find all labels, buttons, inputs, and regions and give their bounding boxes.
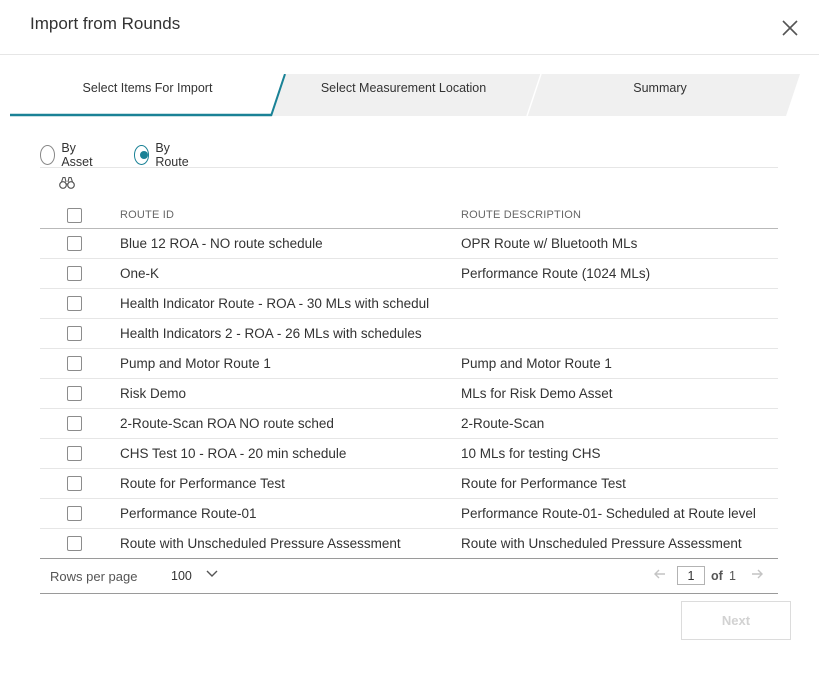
routes-table: ROUTE ID ROUTE DESCRIPTION Blue 12 ROA -… — [40, 200, 778, 559]
step-select-measurement-location[interactable]: Select Measurement Location — [300, 81, 507, 95]
table-row[interactable]: CHS Test 10 - ROA - 20 min schedule 10 ML… — [40, 439, 778, 469]
divider — [40, 167, 778, 168]
route-description-cell: OPR Route w/ Bluetooth MLs — [461, 236, 638, 251]
row-checkbox[interactable] — [67, 236, 82, 251]
dialog-header: Import from Rounds — [0, 0, 819, 55]
by-route-label: By Route — [155, 141, 189, 169]
rows-per-page-label: Rows per page — [50, 569, 138, 584]
row-checkbox[interactable] — [67, 356, 82, 371]
table-row[interactable]: Route for Performance Test Route for Perf… — [40, 469, 778, 499]
route-description-cell: Pump and Motor Route 1 — [461, 356, 612, 371]
route-description-cell: Performance Route-01- Scheduled at Route… — [461, 506, 756, 521]
column-header-route-description[interactable]: ROUTE DESCRIPTION — [461, 209, 581, 221]
route-id-cell: CHS Test 10 - ROA - 20 min schedule — [120, 446, 347, 461]
previous-page-icon[interactable] — [653, 567, 667, 581]
column-header-route-id[interactable]: ROUTE ID — [120, 209, 174, 221]
row-checkbox[interactable] — [67, 386, 82, 401]
of-label: of — [711, 569, 723, 583]
row-checkbox[interactable] — [67, 446, 82, 461]
radio-circle[interactable] — [40, 145, 56, 165]
table-footer: Rows per page 100 of 1 — [40, 559, 778, 594]
route-description-cell: 2-Route-Scan — [461, 416, 545, 431]
route-description-cell: 10 MLs for testing CHS — [461, 446, 601, 461]
row-checkbox[interactable] — [67, 296, 82, 311]
table-body: Blue 12 ROA - NO route schedule OPR Route… — [40, 229, 778, 559]
dialog-title: Import from Rounds — [30, 14, 181, 33]
select-all-checkbox[interactable] — [67, 208, 82, 223]
route-id-cell: Route for Performance Test — [120, 476, 285, 491]
route-id-cell: 2-Route-Scan ROA NO route sched — [120, 416, 334, 431]
route-id-cell: Risk Demo — [120, 386, 187, 401]
page-number-input[interactable] — [677, 566, 705, 585]
table-row[interactable]: Performance Route-01 Performance Route-01… — [40, 499, 778, 529]
wizard-steps: Select Items For Import Select Measureme… — [10, 74, 802, 118]
table-row[interactable]: Route with Unscheduled Pressure Assessme… — [40, 529, 778, 559]
route-id-cell: Health Indicator Route - ROA - 30 MLs wi… — [120, 296, 430, 311]
route-description-cell: MLs for Risk Demo Asset — [461, 386, 613, 401]
next-page-icon[interactable] — [750, 567, 764, 581]
by-asset-radio[interactable]: By Asset — [40, 141, 97, 169]
table-row[interactable]: Health Indicators 2 - ROA - 26 MLs with … — [40, 319, 778, 349]
table-row[interactable]: Risk Demo MLs for Risk Demo Asset — [40, 379, 778, 409]
route-id-cell: One-K — [120, 266, 160, 281]
row-checkbox[interactable] — [67, 476, 82, 491]
route-id-cell: Pump and Motor Route 1 — [120, 356, 271, 371]
table-row[interactable]: Health Indicator Route - ROA - 30 MLs wi… — [40, 289, 778, 319]
route-id-cell: Performance Route-01 — [120, 506, 257, 521]
step-select-items[interactable]: Select Items For Import — [50, 81, 245, 95]
row-checkbox[interactable] — [67, 536, 82, 551]
route-id-cell: Route with Unscheduled Pressure Assessme… — [120, 536, 401, 551]
by-route-radio[interactable]: By Route — [134, 141, 193, 169]
binoculars-icon[interactable] — [59, 176, 75, 190]
step-summary[interactable]: Summary — [555, 81, 765, 95]
table-row[interactable]: Pump and Motor Route 1 Pump and Motor Rou… — [40, 349, 778, 379]
radio-circle-selected[interactable] — [134, 145, 150, 165]
chevron-down-icon[interactable] — [205, 568, 219, 580]
row-checkbox[interactable] — [67, 326, 82, 341]
route-description-cell: Performance Route (1024 MLs) — [461, 266, 651, 281]
route-id-cell: Health Indicators 2 - ROA - 26 MLs with … — [120, 326, 422, 341]
table-row[interactable]: Blue 12 ROA - NO route schedule OPR Route… — [40, 229, 778, 259]
table-row[interactable]: One-K Performance Route (1024 MLs) — [40, 259, 778, 289]
route-description-cell: Route for Performance Test — [461, 476, 626, 491]
close-icon[interactable] — [780, 18, 800, 38]
by-asset-label: By Asset — [61, 141, 93, 169]
next-button[interactable]: Next — [681, 601, 791, 640]
row-checkbox[interactable] — [67, 506, 82, 521]
route-description-cell: Route with Unscheduled Pressure Assessme… — [461, 536, 742, 551]
row-checkbox[interactable] — [67, 416, 82, 431]
total-pages: 1 — [729, 569, 736, 583]
rows-per-page-value[interactable]: 100 — [171, 569, 192, 583]
table-row[interactable]: 2-Route-Scan ROA NO route sched 2-Route-S… — [40, 409, 778, 439]
row-checkbox[interactable] — [67, 266, 82, 281]
route-id-cell: Blue 12 ROA - NO route schedule — [120, 236, 323, 251]
table-header: ROUTE ID ROUTE DESCRIPTION — [40, 200, 778, 229]
